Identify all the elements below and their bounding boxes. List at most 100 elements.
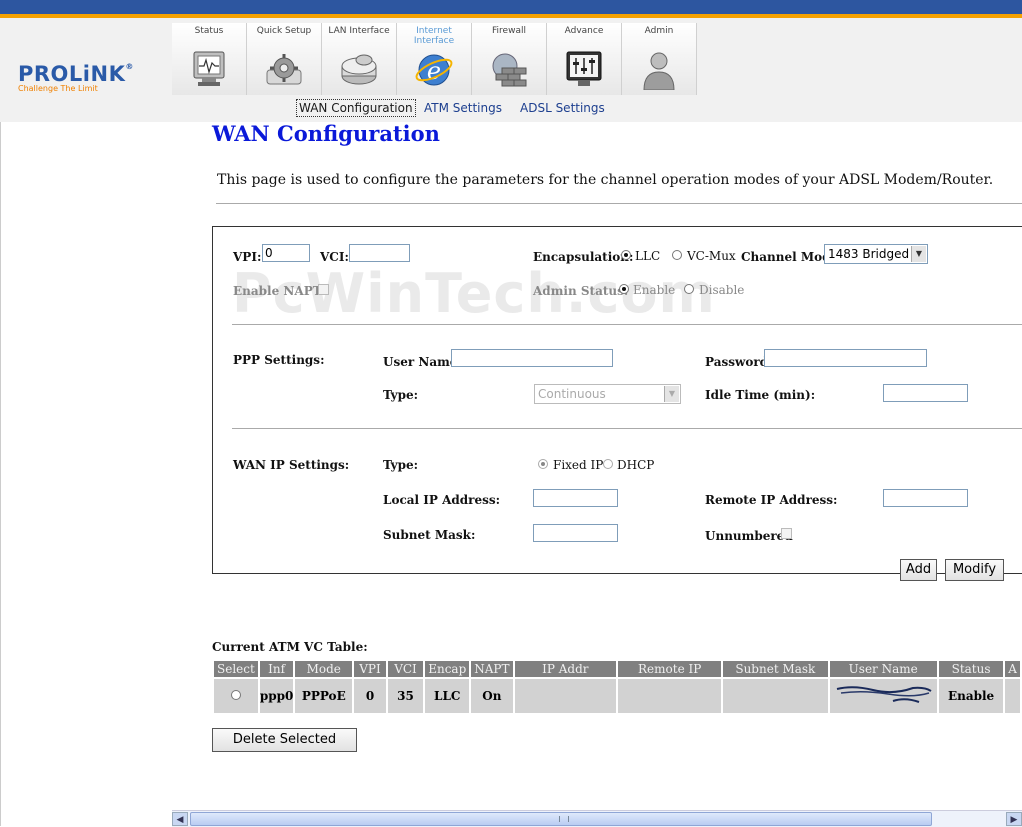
col-status: Status (938, 661, 1004, 677)
scroll-left-arrow-icon[interactable]: ◀ (172, 812, 188, 826)
tab-lan-interface[interactable]: LAN Interface (322, 23, 397, 95)
col-select: Select (214, 661, 258, 677)
channel-mode-value: 1483 Bridged (828, 247, 910, 261)
password-label: Password: (705, 355, 773, 369)
tab-admin-label: Admin (644, 26, 674, 36)
admin-enable-label: Enable (633, 283, 676, 297)
tab-advance[interactable]: Advance (547, 23, 622, 95)
table-row: ppp0 PPPoE 0 35 LLC On Enable (214, 679, 1020, 713)
horizontal-scrollbar[interactable]: ◀ ▶ (172, 810, 1022, 827)
row-napt: On (471, 679, 513, 713)
admin-status-label: Admin Status: (533, 284, 629, 298)
ppp-settings-label: PPP Settings: (233, 353, 325, 367)
idle-time-input[interactable] (883, 384, 968, 402)
row-vpi: 0 (354, 679, 386, 713)
row-subnet-mask (723, 679, 828, 713)
row-select-cell (214, 679, 258, 713)
tab-admin[interactable]: Admin (622, 23, 697, 95)
chevron-down-icon: ▼ (911, 246, 926, 262)
encap-llc-label: LLC (635, 249, 661, 263)
chevron-down-icon: ▼ (664, 386, 679, 402)
encap-llc-radio[interactable] (621, 250, 631, 260)
scroll-right-arrow-icon[interactable]: ▶ (1006, 812, 1022, 826)
fixed-ip-label: Fixed IP (553, 458, 604, 472)
ppp-type-value: Continuous (538, 387, 606, 401)
page-title: WAN Configuration (212, 121, 440, 146)
form-divider-1 (232, 324, 1022, 325)
ppp-type-select[interactable]: Continuous ▼ (534, 384, 681, 404)
col-napt: NAPT (471, 661, 513, 677)
delete-selected-button[interactable]: Delete Selected (212, 728, 357, 752)
top-banner (0, 0, 1022, 14)
left-border (0, 122, 1, 826)
enable-napt-checkbox[interactable] (318, 284, 329, 295)
scrollbar-thumb[interactable] (190, 812, 932, 826)
admin-user-icon (643, 52, 675, 90)
row-user-name (829, 679, 937, 713)
firewall-icon (492, 53, 527, 87)
remote-ip-input[interactable] (883, 489, 968, 507)
subnav-atm-settings[interactable]: ATM Settings (424, 101, 502, 115)
row-mode: PPPoE (295, 679, 353, 713)
dhcp-label: DHCP (617, 458, 655, 472)
tab-internet-interface-label: Internet Interface (413, 26, 455, 46)
tab-firewall[interactable]: Firewall (472, 23, 547, 95)
encapsulation-label: Encapsulation: (533, 250, 634, 264)
subnav-wan-configuration[interactable]: WAN Configuration (296, 99, 416, 117)
fixed-ip-radio[interactable] (538, 459, 548, 469)
vci-label: VCI: (320, 250, 349, 264)
tab-status[interactable]: Status (172, 23, 247, 95)
subnet-mask-input[interactable] (533, 524, 618, 542)
row-select-radio[interactable] (230, 690, 241, 700)
remote-ip-label: Remote IP Address: (705, 493, 838, 507)
row-vci: 35 (387, 679, 424, 713)
page-description: This page is used to configure the param… (217, 172, 994, 188)
row-encap: LLC (425, 679, 470, 713)
col-mode: Mode (295, 661, 353, 677)
local-ip-input[interactable] (533, 489, 618, 507)
monitor-icon (193, 51, 225, 86)
col-vci: VCI (387, 661, 424, 677)
logo-text: PROLiNK (18, 62, 126, 86)
tab-quick-setup[interactable]: Quick Setup (247, 23, 322, 95)
unnumbered-checkbox[interactable] (781, 528, 792, 539)
user-name-input[interactable] (451, 349, 613, 367)
vci-input[interactable] (349, 244, 410, 262)
add-button[interactable]: Add (900, 559, 937, 581)
subnav-adsl-settings[interactable]: ADSL Settings (520, 101, 605, 115)
wan-ip-settings-label: WAN IP Settings: (233, 458, 350, 472)
divider (216, 203, 1022, 204)
advanced-settings-icon (566, 51, 602, 86)
gear-icon (266, 54, 302, 85)
admin-disable-radio[interactable] (684, 284, 694, 294)
internet-explorer-icon: e (415, 54, 453, 86)
channel-mode-select[interactable]: 1483 Bridged ▼ (824, 244, 928, 264)
col-a: A (1005, 661, 1020, 677)
vc-table: Select Inf Mode VPI VCI Encap NAPT IP Ad… (212, 659, 1022, 715)
unnumbered-label: Unnumbered (705, 529, 793, 543)
tab-quick-setup-label: Quick Setup (256, 26, 312, 36)
col-encap: Encap (425, 661, 470, 677)
password-input[interactable] (764, 349, 927, 367)
local-ip-label: Local IP Address: (383, 493, 501, 507)
row-remote-ip (618, 679, 722, 713)
admin-enable-radio[interactable] (619, 284, 629, 294)
dhcp-radio[interactable] (603, 459, 613, 469)
col-remote-ip: Remote IP (618, 661, 722, 677)
tab-internet-interface[interactable]: Internet Interface e (397, 23, 472, 95)
ppp-type-label: Type: (383, 388, 419, 402)
subnet-mask-label: Subnet Mask: (383, 528, 476, 542)
col-ip-addr: IP Addr (514, 661, 617, 677)
form-divider-2 (232, 428, 1022, 429)
logo-registered-mark: ® (125, 62, 134, 71)
vpi-input[interactable] (262, 244, 310, 262)
col-vpi: VPI (354, 661, 386, 677)
idle-time-label: Idle Time (min): (705, 388, 816, 402)
row-a (1005, 679, 1020, 713)
modify-button[interactable]: Modify (945, 559, 1004, 581)
encap-vcmux-radio[interactable] (672, 250, 682, 260)
encap-vcmux-label: VC-Mux (687, 249, 736, 263)
vc-table-title: Current ATM VC Table: (212, 640, 368, 654)
col-user-name: User Name (829, 661, 937, 677)
tab-status-label: Status (194, 26, 224, 36)
